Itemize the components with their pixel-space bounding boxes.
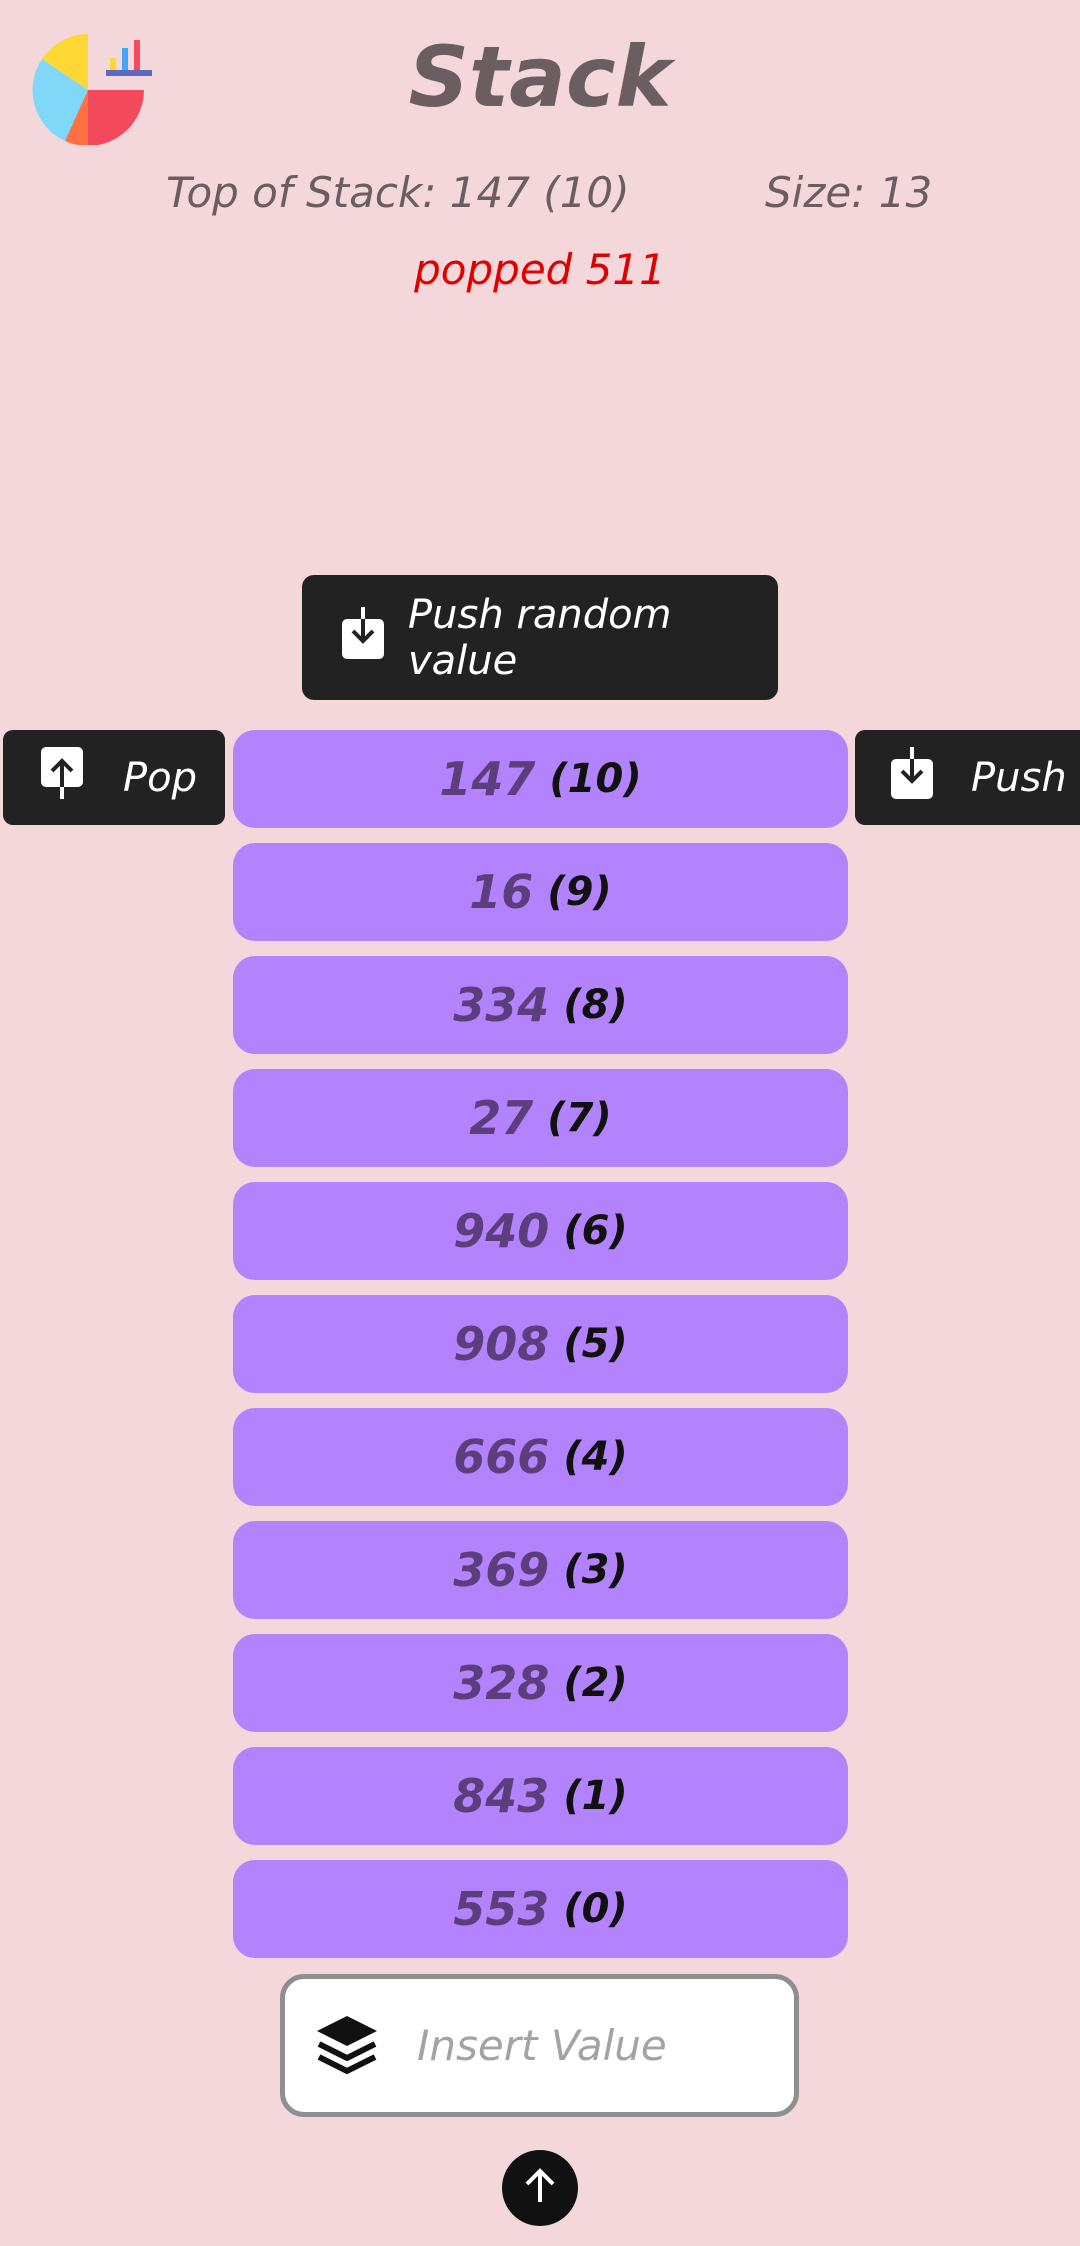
stack-item-index: (7) <box>547 1095 612 1141</box>
pop-label: Pop <box>123 754 197 801</box>
stack-item: 843 (1) <box>233 1747 848 1845</box>
page-title: Stack <box>408 28 672 126</box>
pop-button[interactable]: Pop <box>3 730 225 825</box>
insert-value-field[interactable] <box>280 1974 799 2117</box>
insert-value-input[interactable] <box>417 2021 777 2070</box>
stack-item-value: 328 <box>453 1656 550 1710</box>
submit-button[interactable] <box>502 2150 578 2226</box>
stack-item-index: (0) <box>563 1886 628 1932</box>
push-random-button[interactable]: Push random value <box>302 575 778 700</box>
stack-item: 369 (3) <box>233 1521 848 1619</box>
stack-item-value: 553 <box>453 1882 550 1936</box>
stack-item-index: (1) <box>563 1773 628 1819</box>
stack-list: 147 (10) 16 (9) 334 (8) 27 (7) 940 (6) 908 (5)… <box>233 730 848 1973</box>
layers-icon <box>315 2014 379 2078</box>
stack-item-value: 666 <box>453 1430 550 1484</box>
push-random-label: Push random value <box>408 591 672 684</box>
stack-item: 334 (8) <box>233 956 848 1054</box>
push-button[interactable]: Push <box>855 730 1080 825</box>
stack-item-index: (8) <box>563 982 628 1028</box>
upload-icon <box>39 745 85 811</box>
stack-item-index: (9) <box>547 869 612 915</box>
stack-item-index: (4) <box>563 1434 628 1480</box>
stack-item-index: (3) <box>563 1547 628 1593</box>
stack-item-index: (10) <box>549 756 642 802</box>
stack-item-value: 147 <box>439 752 536 806</box>
top-of-stack-label: Top of Stack: 147 (10) <box>166 168 630 217</box>
stack-item-index: (2) <box>563 1660 628 1706</box>
download-icon <box>889 745 935 811</box>
stack-item: 27 (7) <box>233 1069 848 1167</box>
stack-item-value: 843 <box>453 1769 550 1823</box>
stack-item-value: 908 <box>453 1317 550 1371</box>
stack-item-index: (6) <box>563 1208 628 1254</box>
stack-item: 666 (4) <box>233 1408 848 1506</box>
stack-item-index: (5) <box>563 1321 628 1367</box>
stack-item: 553 (0) <box>233 1860 848 1958</box>
stack-item-value: 369 <box>453 1543 550 1597</box>
arrow-up-icon <box>520 2166 560 2210</box>
stack-item: 908 (5) <box>233 1295 848 1393</box>
stack-item: 328 (2) <box>233 1634 848 1732</box>
stack-item-value: 16 <box>469 865 534 919</box>
stack-item: 147 (10) <box>233 730 848 828</box>
stack-size-label: Size: 13 <box>765 168 933 217</box>
download-icon <box>340 605 386 671</box>
stack-item-value: 940 <box>453 1204 550 1258</box>
stack-item: 940 (6) <box>233 1182 848 1280</box>
stack-item: 16 (9) <box>233 843 848 941</box>
push-label: Push <box>971 754 1067 801</box>
status-message: popped 511 <box>414 245 666 294</box>
stack-item-value: 334 <box>453 978 550 1032</box>
stack-item-value: 27 <box>469 1091 534 1145</box>
